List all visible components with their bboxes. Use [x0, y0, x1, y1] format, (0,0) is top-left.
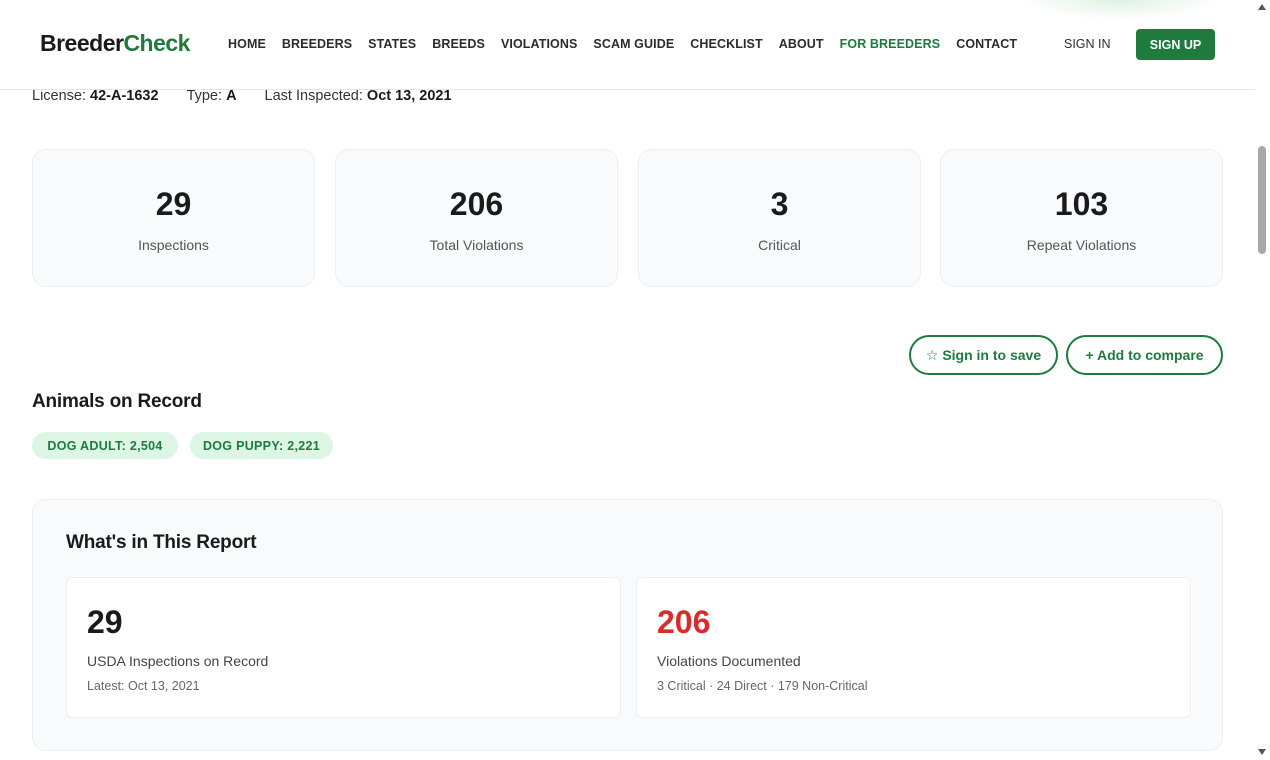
report-card-violations: 206 Violations Documented 3 Critical · 2… — [636, 577, 1191, 718]
nav-states[interactable]: STATES — [368, 37, 416, 51]
report-card-title: USDA Inspections on Record — [87, 653, 269, 669]
animal-chip-dog-puppy: DOG PUPPY: 2,221 — [190, 432, 333, 459]
stat-card-repeat-violations: 103 Repeat Violations — [940, 149, 1223, 287]
header-glow — [1020, 0, 1220, 20]
stat-label: Total Violations — [429, 237, 524, 253]
type-value: A — [226, 88, 237, 104]
nav-about[interactable]: ABOUT — [779, 37, 824, 51]
main-nav: HOME BREEDERS STATES BREEDS VIOLATIONS S… — [228, 37, 1033, 51]
stat-label: Repeat Violations — [1026, 237, 1137, 253]
site-logo[interactable]: BreederCheck — [40, 30, 190, 57]
scroll-up-arrow-icon[interactable] — [1258, 4, 1266, 10]
stat-value: 3 — [770, 186, 789, 222]
scroll-down-arrow-icon[interactable] — [1258, 749, 1266, 755]
site-header: BreederCheck HOME BREEDERS STATES BREEDS… — [0, 0, 1255, 90]
nav-breeds[interactable]: BREEDS — [432, 37, 485, 51]
stat-value: 29 — [155, 186, 192, 222]
report-card-value: 206 — [657, 604, 711, 640]
type-label: Type: — [186, 88, 223, 104]
stat-label: Critical — [758, 237, 801, 253]
nav-contact[interactable]: CONTACT — [956, 37, 1017, 51]
logo-part-breeder: Breeder — [40, 30, 124, 56]
stat-label: Inspections — [138, 237, 209, 253]
nav-home[interactable]: HOME — [228, 37, 266, 51]
sign-in-link[interactable]: SIGN IN — [1064, 37, 1111, 51]
stat-card-critical: 3 Critical — [638, 149, 921, 287]
license-info-row: License: 42-A-1632 Type: A Last Inspecte… — [32, 88, 452, 104]
report-card-subtitle: Latest: Oct 13, 2021 — [87, 679, 200, 693]
animal-chip-dog-adult: DOG ADULT: 2,504 — [32, 432, 178, 459]
report-title: What's in This Report — [66, 532, 257, 553]
last-inspected-label: Last Inspected: — [264, 88, 363, 104]
type-field: Type: A — [187, 88, 237, 104]
animals-section-title: Animals on Record — [32, 391, 202, 412]
license-field: License: 42-A-1632 — [32, 88, 159, 104]
stat-value: 103 — [1054, 186, 1109, 222]
report-card-title: Violations Documented — [657, 653, 801, 669]
stat-value: 206 — [449, 186, 504, 222]
nav-breeders[interactable]: BREEDERS — [282, 37, 352, 51]
sign-in-to-save-button[interactable]: ☆ Sign in to save — [909, 335, 1058, 375]
page-scrollbar[interactable] — [1255, 0, 1270, 760]
report-summary-panel: What's in This Report 29 USDA Inspection… — [32, 499, 1223, 751]
nav-scam-guide[interactable]: SCAM GUIDE — [593, 37, 674, 51]
stats-grid: 29 Inspections 206 Total Violations 3 Cr… — [32, 149, 1223, 287]
scroll-thumb[interactable] — [1258, 146, 1266, 254]
license-value: 42-A-1632 — [90, 88, 159, 104]
add-to-compare-button[interactable]: + Add to compare — [1066, 335, 1223, 375]
nav-violations[interactable]: VIOLATIONS — [501, 37, 577, 51]
nav-for-breeders[interactable]: FOR BREEDERS — [840, 37, 941, 51]
report-card-value: 29 — [87, 604, 123, 640]
stat-card-total-violations: 206 Total Violations — [335, 149, 618, 287]
report-card-subtitle: 3 Critical · 24 Direct · 179 Non-Critica… — [657, 679, 868, 693]
logo-part-check: Check — [123, 30, 190, 56]
last-inspected-field: Last Inspected: Oct 13, 2021 — [265, 88, 452, 104]
license-label: License: — [32, 88, 87, 104]
sign-up-button[interactable]: SIGN UP — [1136, 29, 1215, 60]
last-inspected-value: Oct 13, 2021 — [366, 88, 452, 104]
stat-card-inspections: 29 Inspections — [32, 149, 315, 287]
nav-checklist[interactable]: CHECKLIST — [690, 37, 762, 51]
report-card-inspections: 29 USDA Inspections on Record Latest: Oc… — [66, 577, 621, 718]
